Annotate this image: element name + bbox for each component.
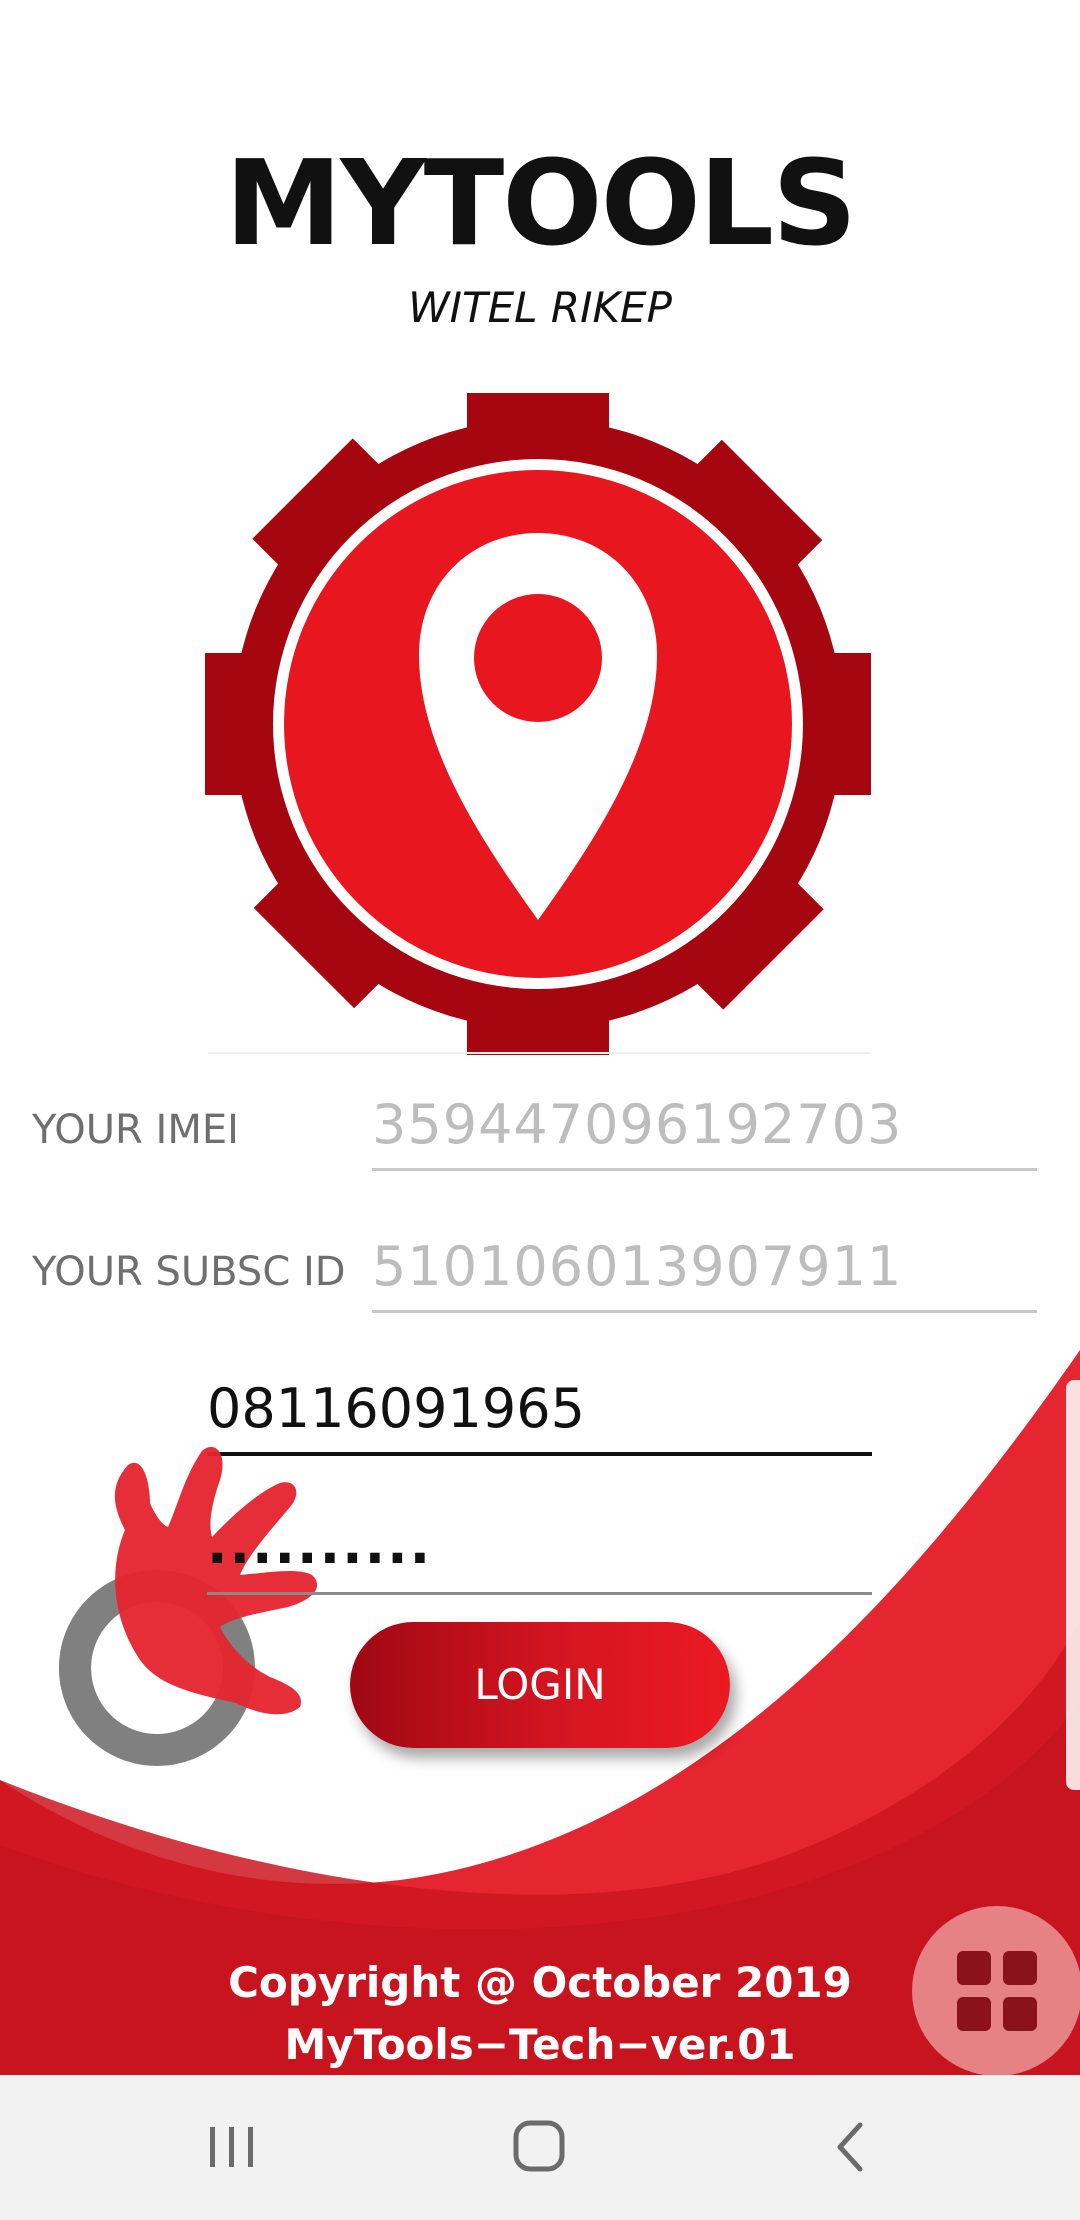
login-button[interactable]: LOGIN [350, 1622, 730, 1748]
subsc-id-underline [372, 1310, 1037, 1313]
app-title: MYTOOLS [224, 134, 857, 272]
password-input[interactable]: .......... [207, 1512, 872, 1578]
imei-underline [372, 1168, 1037, 1171]
subsc-id-value: 510106013907911 [372, 1235, 903, 1298]
back-button[interactable] [782, 2075, 922, 2220]
home-icon [513, 2120, 565, 2172]
phone-input[interactable]: 08116091965 [207, 1376, 872, 1442]
back-icon [837, 2122, 863, 2172]
app-subtitle: WITEL RIKEP [408, 283, 672, 332]
grid-menu-button[interactable] [912, 1906, 1080, 2076]
gear-location-pin-logo [205, 393, 871, 1055]
subsc-id-label: YOUR SUBSC ID [32, 1249, 346, 1295]
password-input-underline [207, 1592, 872, 1595]
imei-value: 359447096192703 [372, 1093, 903, 1156]
imei-label: YOUR IMEI [32, 1107, 239, 1153]
red-hand-grey-ring-logo [59, 1446, 318, 1766]
home-button[interactable] [470, 2075, 610, 2220]
navigation-bar [0, 2075, 1080, 2220]
login-screen: MYTOOLS WITEL RIKEP YOUR IMEI 3594470961… [0, 0, 1080, 2220]
logo-divider [208, 1052, 870, 1054]
grid-icon [957, 1951, 1037, 2031]
recent-apps-button[interactable] [162, 2075, 302, 2220]
edge-panel-handle[interactable] [1066, 1380, 1080, 1790]
recent-apps-icon [210, 2127, 253, 2167]
